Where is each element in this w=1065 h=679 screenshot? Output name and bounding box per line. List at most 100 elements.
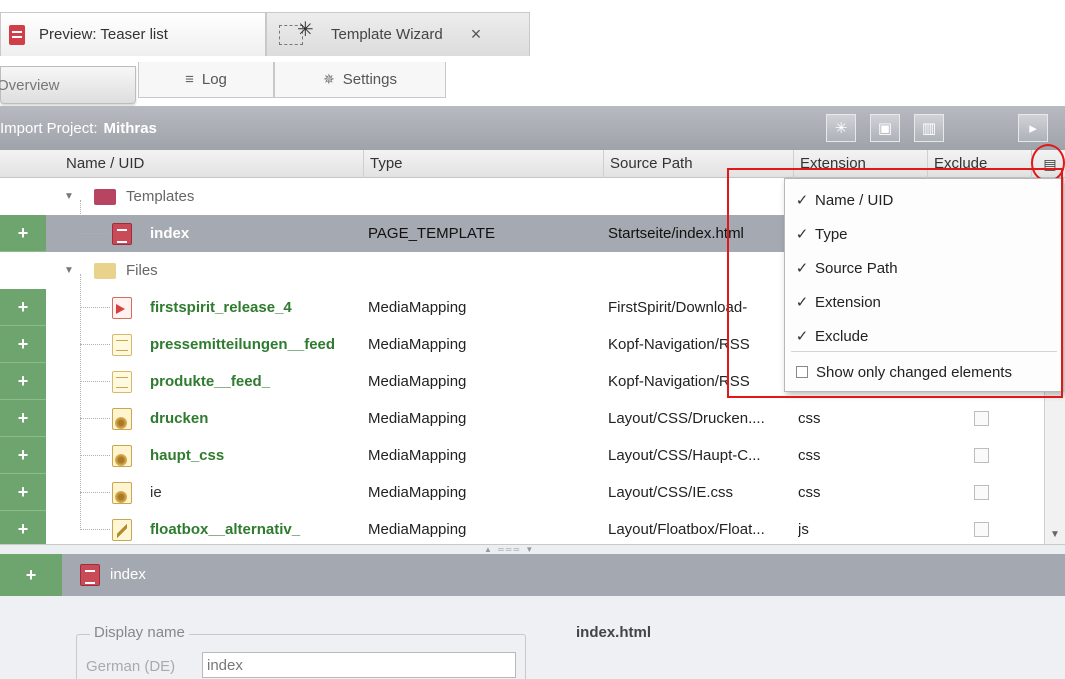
trash-icon: ▥ (921, 120, 937, 137)
row-type: PAGE_TEMPLATE (368, 225, 495, 242)
add-marker: + (0, 437, 46, 474)
row-type: MediaMapping (368, 336, 467, 353)
add-marker: + (0, 289, 46, 326)
run-button[interactable]: ▸ (1018, 114, 1048, 142)
tab-preview-teaser-list[interactable]: Preview: Teaser list (0, 12, 266, 56)
text-file-icon (112, 334, 132, 356)
row-source-path: Layout/CSS/Drucken.... (608, 410, 765, 427)
folder-label: Files (126, 262, 158, 279)
add-marker: + (0, 400, 46, 437)
tab-label: Settings (342, 71, 397, 88)
project-label: Import Project: (0, 119, 98, 137)
close-icon[interactable]: × (471, 24, 482, 45)
row-gutter (0, 252, 46, 289)
row-source-path: Layout/CSS/Haupt-C... (608, 447, 761, 464)
wizard-button[interactable]: ✳ (826, 114, 856, 142)
row-name: produkte__feed_ (150, 373, 271, 390)
row-name: haupt_css (150, 447, 225, 464)
panel-splitter[interactable]: ▲ ═══ ▼ (0, 544, 1065, 554)
row-type: MediaMapping (368, 484, 467, 501)
filename-label: index.html (576, 624, 652, 641)
column-type[interactable]: Type (364, 150, 604, 178)
tab-label: Overview (0, 76, 60, 94)
fieldset-legend: Display name (90, 624, 189, 641)
row-name: firstspirit_release_4 (150, 299, 292, 316)
row-name: pressemitteilungen__feed (150, 336, 336, 353)
row-name: index (150, 225, 190, 242)
play-icon: ▸ (1029, 120, 1037, 137)
project-name: Mithras (103, 119, 157, 137)
chevron-down-icon[interactable]: ▼ (1050, 529, 1060, 540)
row-type: MediaMapping (368, 410, 467, 427)
tab-label: Preview: Teaser list (39, 26, 168, 43)
row-extension: js (798, 521, 809, 538)
splitter-grip-icon[interactable]: ▲ ═══ ▼ (484, 545, 535, 554)
row-type: MediaMapping (368, 299, 467, 316)
add-marker: + (0, 554, 62, 596)
document-icon (9, 24, 25, 45)
add-marker: + (0, 326, 46, 363)
css-file-icon (112, 445, 132, 467)
folder-label: Templates (126, 188, 195, 205)
list-icon: ≡ (185, 71, 194, 88)
tab-template-wizard[interactable]: ✳ Template Wizard × (266, 12, 530, 56)
media-file-icon (112, 297, 132, 319)
editor-tab-bar: Preview: Teaser list ✳ Template Wizard × (0, 0, 1065, 58)
tree-line (80, 344, 110, 345)
add-marker: + (0, 363, 46, 400)
row-name: floatbox__alternativ_ (150, 521, 301, 538)
row-source-path: Layout/CSS/IE.css (608, 484, 734, 501)
tree-line (80, 233, 110, 234)
save-button[interactable]: ▣ (870, 114, 900, 142)
row-type: MediaMapping (368, 373, 467, 390)
row-name: drucken (150, 410, 209, 427)
tree-line (80, 307, 110, 308)
exclude-checkbox[interactable] (974, 485, 989, 500)
tree-line (80, 418, 110, 419)
css-file-icon (112, 482, 132, 504)
row-source-path: Layout/Floatbox/Float... (608, 521, 765, 538)
folder-icon (94, 263, 116, 279)
delete-button[interactable]: ▥ (914, 114, 944, 142)
table-row[interactable]: + drucken MediaMapping Layout/CSS/Drucke… (0, 400, 1044, 437)
table-row[interactable]: + haupt_css MediaMapping Layout/CSS/Haup… (0, 437, 1044, 474)
tree-line (80, 455, 110, 456)
tab-settings[interactable]: ✵ Settings (274, 62, 446, 98)
tab-log[interactable]: ≡ Log (138, 62, 274, 98)
add-marker: + (0, 511, 46, 548)
folder-icon (94, 189, 116, 205)
add-marker: + (0, 474, 46, 511)
row-extension: css (798, 484, 821, 501)
highlight-box (727, 168, 1063, 398)
detail-header: + index (0, 554, 1065, 596)
view-tab-bar: Overview ≡ Log ✵ Settings (0, 58, 1065, 106)
magic-wand-icon: ✳ (279, 19, 319, 49)
table-row[interactable]: + floatbox__alternativ_ MediaMapping Lay… (0, 511, 1044, 548)
detail-panel: Display name German (DE) index.html (0, 596, 1065, 679)
tree-line (80, 529, 110, 530)
add-marker: + (0, 215, 46, 252)
column-name-uid[interactable]: Name / UID (60, 150, 364, 178)
exclude-checkbox[interactable] (974, 522, 989, 537)
exclude-checkbox[interactable] (974, 448, 989, 463)
project-title: Import Project: Mithras (0, 120, 157, 137)
detail-title: index (110, 566, 146, 583)
expand-toggle-icon[interactable]: ▼ (64, 265, 74, 276)
row-type: MediaMapping (368, 521, 467, 538)
exclude-checkbox[interactable] (974, 411, 989, 426)
row-type: MediaMapping (368, 447, 467, 464)
row-gutter (0, 178, 46, 215)
tree-line (80, 381, 110, 382)
display-name-input[interactable] (202, 652, 516, 678)
row-name: ie (150, 484, 162, 501)
tab-label: Log (201, 71, 227, 88)
tree-line (80, 492, 110, 493)
language-label: German (DE) (86, 658, 176, 675)
table-row[interactable]: + ie MediaMapping Layout/CSS/IE.css css (0, 474, 1044, 511)
magic-wand-icon: ✳ (834, 120, 848, 137)
tab-overview[interactable]: Overview (0, 66, 136, 104)
page-template-icon (112, 223, 132, 245)
tab-label: Template Wizard (331, 26, 443, 43)
expand-toggle-icon[interactable]: ▼ (64, 191, 74, 202)
text-file-icon (112, 371, 132, 393)
